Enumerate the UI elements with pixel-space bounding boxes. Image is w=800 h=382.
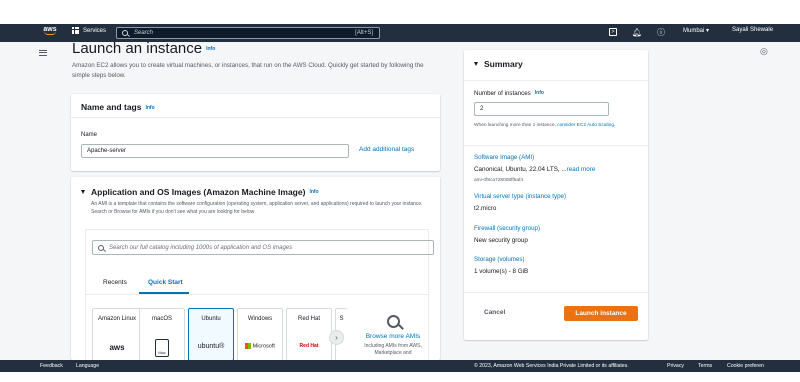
summary-panel: Summary Number of instances Info 2 When l… [464,50,648,340]
tile-label: Red Hat [297,316,320,322]
caret-down-icon [474,62,478,66]
tile-label: Windows [247,316,273,322]
language-link[interactable]: Language [76,363,99,369]
tile-label: Amazon Linux [97,316,137,322]
page-title-info-link[interactable]: Info [206,46,215,52]
ami-header[interactable]: Application and OS Images (Amazon Machin… [81,187,319,197]
ami-tile-red-hat[interactable]: Red Hat Red Hat [286,308,332,361]
cloudshell-icon: > [609,28,617,36]
name-and-tags-header: Name and tags Info [71,94,440,118]
terms-link[interactable]: Terms [698,363,712,369]
global-search-input[interactable]: Search [Alt+S] [116,27,380,39]
ami-tile-amazon-linux[interactable]: Amazon Linux aws [92,308,142,361]
menu-hamburger-icon[interactable] [39,50,47,56]
side-navigation-rail [0,42,58,360]
feedback-link[interactable]: Feedback [40,363,63,369]
divider [464,145,648,146]
search-placeholder: Search [134,30,154,36]
divider [464,292,648,293]
ami-tile-ubuntu[interactable]: Ubuntu ubuntu® [188,308,234,361]
software-image-value: Canonical, Ubuntu, 22.04 LTS, ...read mo… [474,166,596,173]
search-icon [98,244,104,251]
instance-type-link[interactable]: Virtual server type (instance type) [474,193,566,200]
account-menu[interactable]: Sayali Shewale [732,27,773,33]
instance-type-value: t2.micro [474,205,497,212]
grid-icon [72,27,79,34]
ami-catalog-box: Search our full catalog including 1000s … [85,229,434,361]
read-more-link[interactable]: read more [567,166,596,173]
ec2-launch-page: aws Services Search [Alt+S] > 🔔︎ ⓘ Mumba… [0,0,800,382]
next-arrow-icon[interactable]: › [329,330,344,345]
firewall-link[interactable]: Firewall (security group) [474,225,540,232]
tile-label: S [339,316,344,322]
add-additional-tags-link[interactable]: Add additional tags [359,146,414,153]
apple-mac-icon: Mac [140,339,184,357]
ami-search-placeholder: Search our full catalog including 1000s … [109,244,293,251]
instances-info-link[interactable]: Info [535,90,544,96]
footer-bar: Feedback Language © 2023, Amazon Web Ser… [0,360,800,372]
region-selector[interactable]: Mumbai ▾ [683,27,709,34]
aws-logo[interactable]: aws [41,25,59,39]
search-icon [122,30,128,36]
tab-quick-start[interactable]: Quick Start [148,279,183,286]
tile-label: Ubuntu [201,316,221,322]
cookie-preferences-link[interactable]: Cookie preferen [727,363,764,369]
storage-link[interactable]: Storage (volumes) [474,256,525,263]
ami-info-link[interactable]: Info [309,189,318,195]
ami-tile-windows[interactable]: Windows Microsoft [237,308,283,361]
page-title: Launch an instance Info [72,40,215,57]
nav-right-icons: > 🔔︎ ⓘ [608,27,680,37]
top-margin [0,0,800,24]
software-image-link[interactable]: Software Image (AMI) [474,154,534,161]
page-title-text: Launch an instance [72,40,203,57]
ami-header-title: Application and OS Images (Amazon Machin… [91,187,306,197]
caret-down-icon [81,190,85,194]
services-label: Services [83,27,107,34]
red-hat-logo-icon: Red Hat [299,343,319,349]
name-label: Name [81,132,98,138]
help-icon[interactable]: ⓘ [656,27,666,37]
browse-more-amis-subtext: Including AMIs from AWS, Marketplace and [364,343,422,356]
copyright-text: © 2023, Amazon Web Services India Privat… [474,363,629,369]
name-and-tags-info-link[interactable]: Info [145,105,154,111]
ubuntu-logo-icon: ubuntu® [197,343,225,350]
ami-search-input[interactable]: Search our full catalog including 1000s … [92,240,434,255]
ami-description: An AMI is a template that contains the s… [91,201,423,215]
number-of-instances-input[interactable]: 2 [474,102,609,116]
ami-tile-macos[interactable]: macOS Mac [139,308,185,361]
firewall-value: New security group [474,237,528,244]
microsoft-logo-icon: Microsoft [238,343,282,349]
cancel-button[interactable]: Cancel [484,309,505,316]
browse-more-amis[interactable]: Browse more AMIs Including AMIs from AWS… [354,315,432,357]
tile-label: macOS [151,316,172,322]
launch-instance-button[interactable]: Launch instance [564,306,638,321]
divider [464,80,648,81]
name-and-tags-panel: Name and tags Info Name Apache-server Add… [71,94,440,171]
services-menu-button[interactable]: Services [72,27,106,34]
ami-tabs: Recents Quick Start [86,275,430,295]
cloudshell-button[interactable]: > [608,27,618,37]
auto-scaling-note: When launching more than 1 instance, con… [474,123,616,128]
notifications-bell-icon[interactable]: 🔔︎ [632,27,642,37]
browse-more-amis-link[interactable]: Browse more AMIs [354,333,432,340]
number-of-instances-label: Number of instances Info [474,90,544,97]
ami-panel: Application and OS Images (Amazon Machin… [71,177,440,361]
summary-header[interactable]: Summary [474,59,523,69]
help-panel-icon[interactable]: ◎ [760,46,770,58]
aws-logo-icon: aws [109,343,125,352]
ami-id: ami-0f8ca728008ff5af4 [474,178,523,183]
aws-logo-text: aws [43,26,57,33]
auto-scaling-link[interactable]: consider EC2 Auto Scaling. [557,123,615,128]
name-input[interactable]: Apache-server [81,144,349,158]
name-and-tags-title: Name and tags [81,102,142,112]
search-shortcut-hint: [Alt+S] [355,30,373,36]
bottom-margin [0,372,800,382]
search-icon [386,315,400,328]
page-subtitle: Amazon EC2 allows you to create virtual … [72,62,424,79]
tab-recents[interactable]: Recents [103,279,127,286]
storage-value: 1 volume(s) - 8 GiB [474,268,529,275]
active-tab-indicator [139,292,189,294]
privacy-link[interactable]: Privacy [667,363,684,369]
summary-title: Summary [484,59,523,69]
